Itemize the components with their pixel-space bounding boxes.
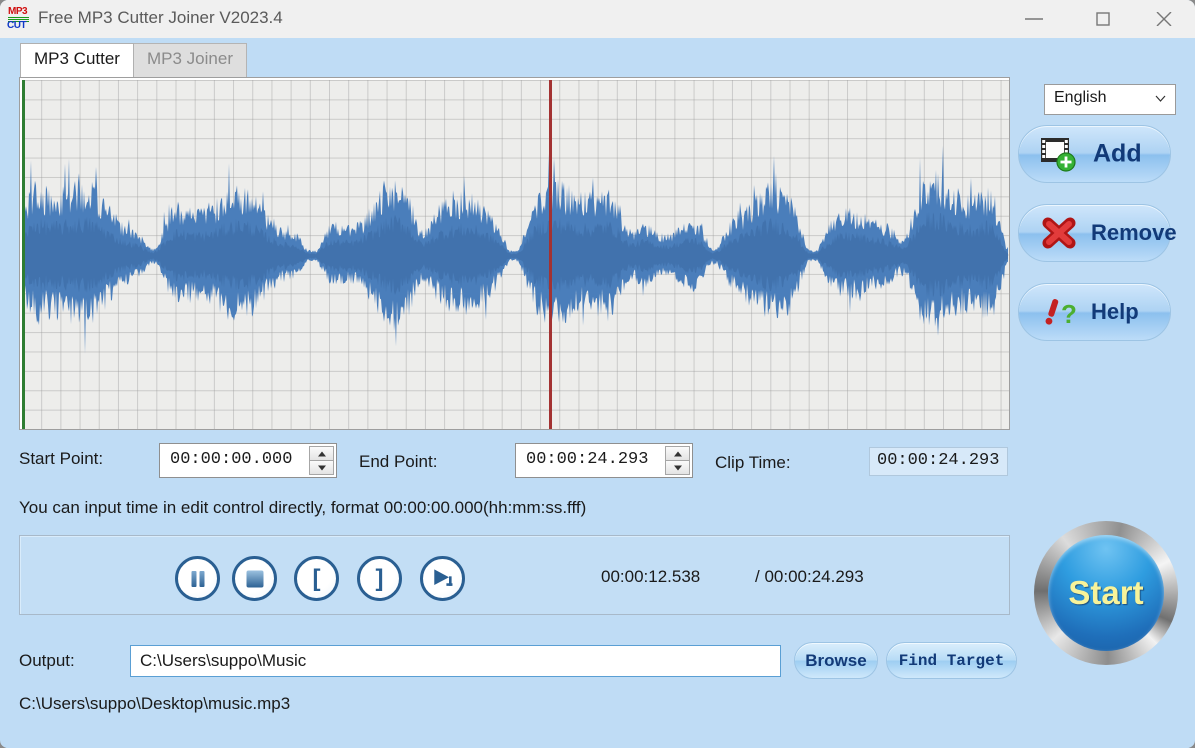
clip-time-label: Clip Time: — [715, 453, 791, 472]
output-path-input[interactable]: C:\Users\suppo\Music — [130, 645, 781, 677]
end-point-stepper-up[interactable] — [665, 446, 690, 460]
start-point-input[interactable]: 00:00:00.000 — [159, 443, 337, 478]
stop-icon — [246, 570, 263, 587]
header-row: MP3 Cutter MP3 Joiner how to use the sof… — [0, 38, 1195, 115]
start-point-stepper-up[interactable] — [309, 446, 334, 460]
clip-time-field: 00:00:24.293 — [869, 447, 1008, 476]
status-file-path: C:\Users\suppo\Desktop\music.mp3 — [19, 694, 291, 713]
add-button-label: Add — [1093, 139, 1142, 168]
start-point-label: Start Point: — [19, 449, 104, 468]
format-hint-text: You can input time in edit control direc… — [19, 498, 587, 517]
help-button-label: Help — [1091, 299, 1139, 324]
set-end-point-button[interactable]: ] — [357, 556, 402, 601]
end-point-label: End Point: — [359, 452, 438, 471]
selection-start-marker[interactable] — [22, 80, 25, 429]
add-file-icon — [1041, 138, 1076, 172]
start-button-label: Start — [1068, 574, 1144, 611]
tab-mp3-cutter-label: MP3 Cutter — [34, 49, 120, 68]
end-point-stepper[interactable] — [665, 446, 690, 475]
bracket-close-icon: ] — [375, 564, 384, 592]
waveform-panel[interactable] — [19, 77, 1010, 430]
current-time-display: 00:00:12.538 — [601, 567, 701, 586]
logo-text-top: MP3 — [8, 6, 28, 17]
add-button[interactable]: Add — [1018, 125, 1171, 183]
mp3-cut-logo-icon: MP3 CUT — [6, 7, 32, 31]
remove-button[interactable]: Remove — [1018, 204, 1177, 262]
playhead-cursor[interactable] — [549, 80, 552, 429]
language-select[interactable]: English — [1044, 84, 1176, 115]
remove-x-icon — [1042, 217, 1076, 249]
waveform-display — [22, 145, 1008, 354]
svg-text:?: ? — [1061, 299, 1077, 329]
minimize-icon[interactable] — [1011, 0, 1057, 38]
play-selection-button[interactable] — [420, 556, 465, 601]
logo-text-bottom: CUT — [7, 20, 27, 31]
start-button-face: Start — [1048, 535, 1164, 651]
tab-mp3-joiner-label: MP3 Joiner — [147, 49, 233, 68]
end-point-stepper-down[interactable] — [665, 460, 690, 475]
tab-mp3-cutter[interactable]: MP3 Cutter — [20, 43, 134, 77]
maximize-icon[interactable] — [1080, 0, 1126, 38]
title-bar: MP3 CUT Free MP3 Cutter Joiner V2023.4 — [0, 0, 1195, 39]
close-icon[interactable] — [1141, 0, 1187, 38]
window-bottom-edge — [0, 742, 1195, 748]
output-label: Output: — [19, 651, 75, 670]
set-start-point-button[interactable]: [ — [294, 556, 339, 601]
output-path-value: C:\Users\suppo\Music — [140, 651, 307, 670]
application-window: MP3 CUT Free MP3 Cutter Joiner V2023.4 M… — [0, 0, 1195, 748]
stop-button[interactable] — [232, 556, 277, 601]
start-point-stepper[interactable] — [309, 446, 334, 475]
start-button[interactable]: Start — [1034, 521, 1178, 665]
help-button[interactable]: ? Help — [1018, 283, 1171, 341]
bracket-open-icon: [ — [312, 564, 321, 592]
total-time-display: / 00:00:24.293 — [755, 567, 864, 586]
chevron-down-icon — [1155, 95, 1166, 102]
find-target-button[interactable]: Find Target — [886, 642, 1017, 679]
start-point-value: 00:00:00.000 — [170, 450, 293, 469]
window-title: Free MP3 Cutter Joiner V2023.4 — [38, 8, 283, 27]
end-point-input[interactable]: 00:00:24.293 — [515, 443, 693, 478]
pause-icon — [190, 570, 205, 587]
play-selection-icon — [434, 569, 453, 586]
pause-button[interactable] — [175, 556, 220, 601]
tab-mp3-joiner[interactable]: MP3 Joiner — [133, 43, 247, 77]
remove-button-label: Remove — [1091, 220, 1177, 245]
clip-time-value: 00:00:24.293 — [877, 451, 1000, 470]
browse-button[interactable]: Browse — [794, 642, 878, 679]
help-icon: ? — [1045, 299, 1077, 329]
language-select-value: English — [1054, 89, 1107, 106]
end-point-value: 00:00:24.293 — [526, 450, 649, 469]
start-point-stepper-down[interactable] — [309, 460, 334, 475]
